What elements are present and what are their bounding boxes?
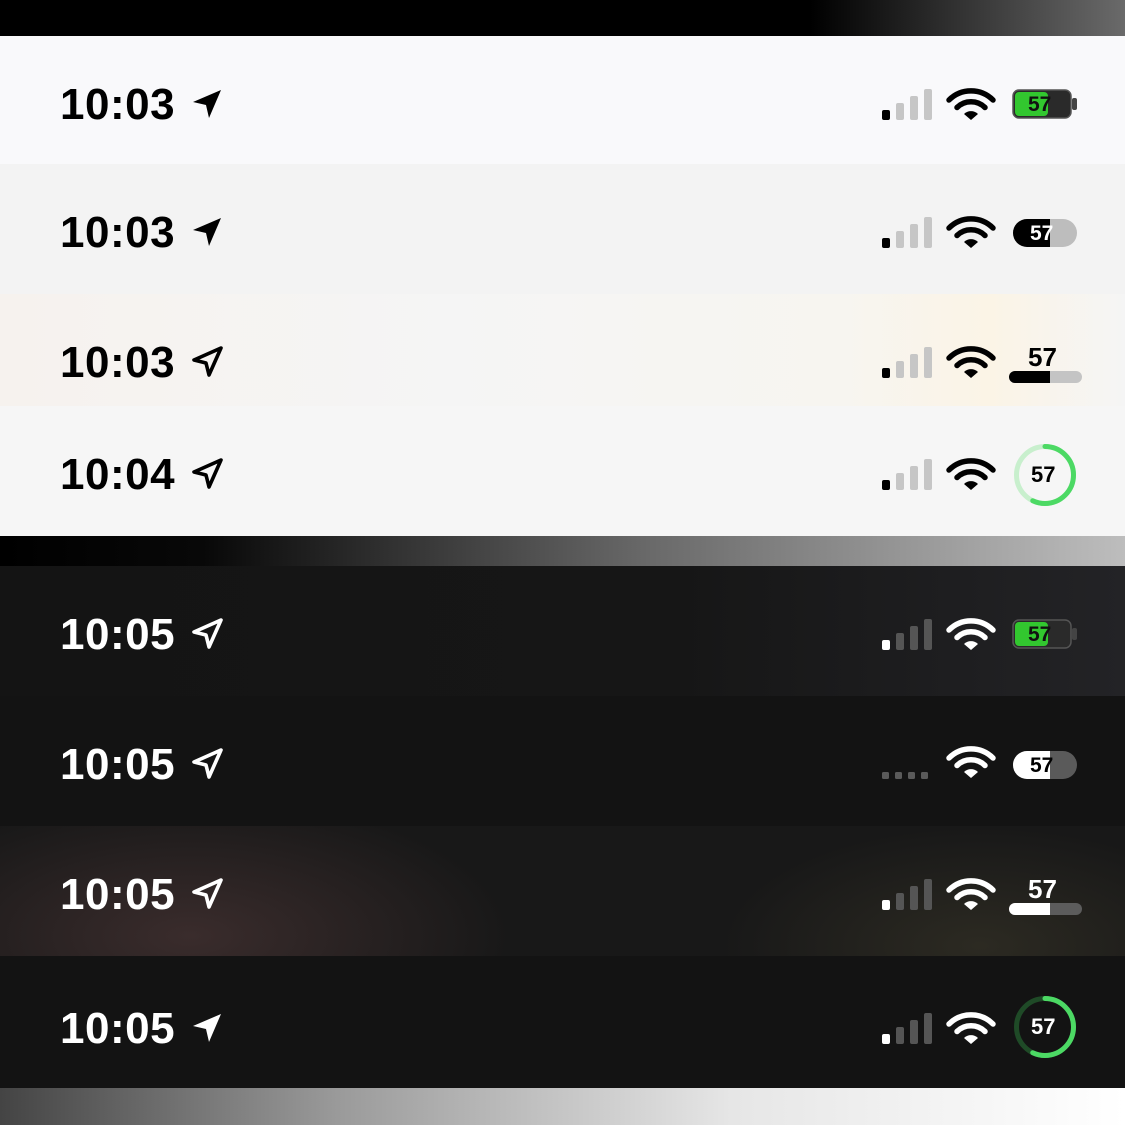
- battery-icon: 57: [1008, 876, 1084, 916]
- location-arrow-icon: [193, 90, 221, 118]
- location-arrow-icon: [193, 218, 221, 246]
- status-bar-light-4: 10:04 57: [0, 406, 1125, 536]
- location-arrow-icon: [192, 748, 223, 779]
- cellular-signal-icon: [882, 347, 932, 378]
- status-bar-dark-2: 10:05 57: [0, 696, 1125, 826]
- battery-icon: 57: [1012, 217, 1078, 249]
- battery-percent: 57: [1028, 342, 1057, 372]
- location-arrow-icon: [192, 346, 223, 377]
- clock-time: 10:03: [60, 80, 176, 129]
- status-bar-dark-3: 10:05 57: [0, 826, 1125, 956]
- wifi-icon: [946, 88, 996, 120]
- wifi-icon: [946, 216, 996, 248]
- battery-icon: 57: [1012, 749, 1078, 781]
- battery-percent: 57: [1030, 754, 1054, 777]
- wifi-icon: [946, 1012, 996, 1044]
- clock-time: 10:05: [60, 610, 176, 659]
- status-bar-light-2: 10:03 57: [0, 164, 1125, 294]
- clock-time: 10:05: [60, 740, 176, 789]
- status-bar-dark-4: 10:05 57: [0, 956, 1125, 1088]
- location-arrow-icon: [193, 1014, 221, 1042]
- wifi-icon: [946, 458, 996, 490]
- battery-percent: 57: [1030, 222, 1054, 245]
- top-separator: [0, 0, 1125, 36]
- status-bar-dark-1: 10:05 57: [0, 566, 1125, 696]
- battery-percent: 57: [1031, 462, 1056, 487]
- wifi-icon: [946, 746, 996, 778]
- clock-time: 10:05: [60, 870, 176, 919]
- wifi-icon: [946, 618, 996, 650]
- middle-separator: [0, 536, 1125, 566]
- clock-time: 10:05: [60, 1004, 176, 1053]
- cellular-signal-icon: [882, 89, 932, 120]
- location-arrow-icon: [192, 878, 223, 909]
- wifi-icon: [946, 346, 996, 378]
- status-bar-light-3: 10:03 57: [0, 294, 1125, 406]
- wifi-icon: [946, 878, 996, 910]
- clock-time: 10:03: [60, 338, 176, 387]
- bottom-separator: [0, 1088, 1125, 1125]
- battery-icon: 57: [1012, 618, 1078, 650]
- cellular-signal-icon: [882, 1013, 932, 1044]
- battery-percent: 57: [1031, 1014, 1056, 1039]
- battery-ring-icon: 57: [1012, 994, 1078, 1060]
- clock-time: 10:04: [60, 450, 176, 499]
- cellular-signal-icon: [882, 879, 932, 910]
- battery-icon: 57: [1012, 88, 1078, 120]
- battery-percent: 57: [1028, 623, 1052, 646]
- status-bar-light-1: 10:03 57: [0, 36, 1125, 164]
- cellular-signal-icon: [882, 217, 932, 248]
- battery-icon: 57: [1008, 344, 1084, 384]
- no-service-dots-icon: [882, 772, 928, 779]
- cellular-signal-icon: [882, 619, 932, 650]
- location-arrow-icon: [192, 458, 223, 489]
- cellular-signal-icon: [882, 459, 932, 490]
- location-arrow-icon: [192, 618, 223, 649]
- clock-time: 10:03: [60, 208, 176, 257]
- battery-percent: 57: [1028, 93, 1052, 116]
- battery-percent: 57: [1028, 874, 1057, 904]
- battery-ring-icon: 57: [1012, 442, 1078, 508]
